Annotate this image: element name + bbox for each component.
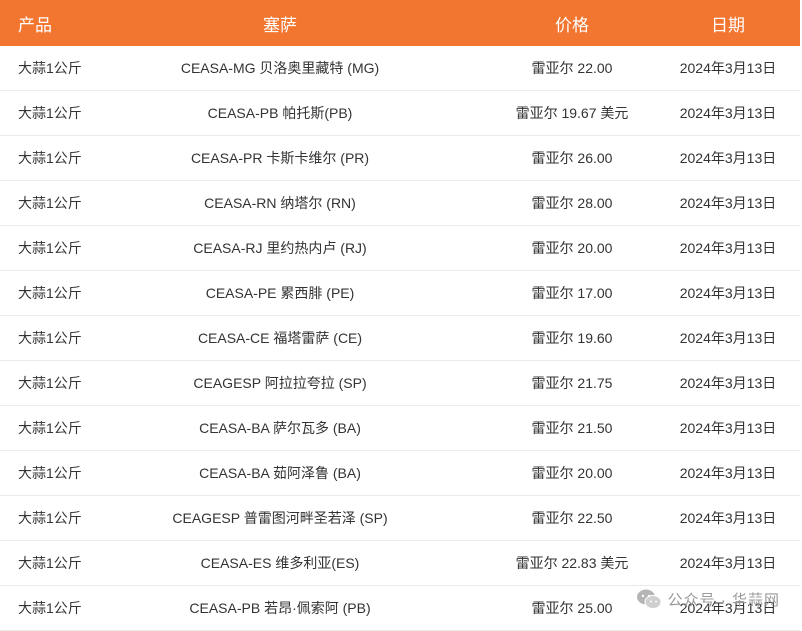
cell-date: 2024年3月13日	[679, 105, 777, 121]
cell-price: 雷亚尔 20.00	[531, 465, 613, 481]
table-row: 大蒜1公斤 CEASA-MG 贝洛奥里藏特 (MG) 雷亚尔 22.00 2024年3…	[0, 46, 800, 91]
table-row: 大蒜1公斤 CEAGESP 阿拉拉夸拉 (SP) 雷亚尔 21.75 2024年3月1…	[0, 361, 800, 406]
table-row: 大蒜1公斤 CEAGESP 普雷图河畔圣若泽 (SP) 雷亚尔 22.50 2024年…	[0, 496, 800, 541]
cell-date: 2024年3月13日	[679, 375, 777, 391]
cell-date: 2024年3月13日	[679, 510, 777, 526]
cell-product: 大蒜1公斤	[18, 555, 82, 571]
cell-product: 大蒜1公斤	[18, 420, 82, 436]
cell-market: CEASA-BA 萨尔瓦多 (BA)	[199, 420, 361, 436]
cell-market: CEASA-PB 若昂·佩索阿 (PB)	[189, 600, 371, 616]
cell-product: 大蒜1公斤	[18, 375, 82, 391]
header-date: 日期	[711, 15, 745, 35]
cell-price: 雷亚尔 21.50	[531, 420, 613, 436]
cell-price: 雷亚尔 20.00	[531, 240, 613, 256]
table-row: 大蒜1公斤 CEASA-BA 萨尔瓦多 (BA) 雷亚尔 21.50 2024年3月1…	[0, 406, 800, 451]
cell-market: CEASA-RN 纳塔尔 (RN)	[204, 195, 356, 211]
cell-date: 2024年3月13日	[679, 240, 777, 256]
header-product: 产品	[18, 15, 52, 35]
cell-market: CEAGESP 阿拉拉夸拉 (SP)	[193, 375, 367, 391]
cell-market: CEAGESP 普雷图河畔圣若泽 (SP)	[172, 510, 388, 526]
watermark: 公众号 · 华蒜网	[636, 586, 780, 612]
cell-date: 2024年3月13日	[679, 555, 777, 571]
cell-market: CEASA-PR 卡斯卡维尔 (PR)	[190, 150, 370, 166]
table-row: 大蒜1公斤 CEASA-RJ 里约热内卢 (RJ) 雷亚尔 20.00 2024年3月…	[0, 226, 800, 271]
table-row: 大蒜1公斤 CEASA-BA 茹阿泽鲁 (BA) 雷亚尔 20.00 2024年3月1…	[0, 451, 800, 496]
price-table: 产品 塞萨 价格 日期 大蒜1公斤 CEASA-MG 贝洛奥里藏特 (MG) 雷亚尔…	[0, 0, 800, 631]
cell-market: CEASA-BA 茹阿泽鲁 (BA)	[199, 465, 361, 481]
cell-price: 雷亚尔 22.83 美元	[515, 555, 629, 571]
table-row: 大蒜1公斤 CEASA-PE 累西腓 (PE) 雷亚尔 17.00 2024年3月13…	[0, 271, 800, 316]
cell-price: 雷亚尔 19.60	[531, 330, 613, 346]
cell-date: 2024年3月13日	[679, 285, 777, 301]
cell-price: 雷亚尔 19.67 美元	[515, 105, 629, 121]
cell-market: CEASA-PE 累西腓 (PE)	[205, 285, 355, 301]
cell-date: 2024年3月13日	[679, 420, 777, 436]
cell-market: CEASA-MG 贝洛奥里藏特 (MG)	[180, 60, 380, 76]
cell-date: 2024年3月13日	[679, 330, 777, 346]
header-market: 塞萨	[263, 15, 297, 35]
table-row: 大蒜1公斤 CEASA-RN 纳塔尔 (RN) 雷亚尔 28.00 2024年3月13…	[0, 181, 800, 226]
table-body: 大蒜1公斤 CEASA-MG 贝洛奥里藏特 (MG) 雷亚尔 22.00 2024年3…	[0, 46, 800, 631]
cell-price: 雷亚尔 26.00	[531, 150, 613, 166]
table-row: 大蒜1公斤 CEASA-ES 维多利亚(ES) 雷亚尔 22.83 美元 2024年3…	[0, 541, 800, 586]
wechat-icon	[636, 588, 662, 610]
cell-product: 大蒜1公斤	[18, 510, 82, 526]
cell-price: 雷亚尔 22.00	[531, 60, 613, 76]
cell-product: 大蒜1公斤	[18, 330, 82, 346]
table-header: 产品 塞萨 价格 日期	[0, 0, 800, 46]
cell-product: 大蒜1公斤	[18, 150, 82, 166]
cell-price: 雷亚尔 28.00	[531, 195, 613, 211]
table-row: 大蒜1公斤 CEASA-PR 卡斯卡维尔 (PR) 雷亚尔 26.00 2024年3月…	[0, 136, 800, 181]
cell-price: 雷亚尔 22.50	[531, 510, 613, 526]
cell-market: CEASA-ES 维多利亚(ES)	[200, 555, 360, 571]
watermark-text: 公众号 · 华蒜网	[667, 591, 780, 609]
cell-product: 大蒜1公斤	[18, 105, 82, 121]
cell-market: CEASA-RJ 里约热内卢 (RJ)	[193, 240, 367, 256]
cell-date: 2024年3月13日	[679, 150, 777, 166]
table-row: 大蒜1公斤 CEASA-PB 帕托斯(PB) 雷亚尔 19.67 美元 2024年3月…	[0, 91, 800, 136]
cell-product: 大蒜1公斤	[18, 465, 82, 481]
cell-product: 大蒜1公斤	[18, 240, 82, 256]
cell-market: CEASA-CE 福塔雷萨 (CE)	[197, 330, 363, 346]
cell-product: 大蒜1公斤	[18, 195, 82, 211]
cell-product: 大蒜1公斤	[18, 285, 82, 301]
cell-price: 雷亚尔 25.00	[531, 600, 613, 616]
cell-date: 2024年3月13日	[679, 60, 777, 76]
cell-product: 大蒜1公斤	[18, 60, 82, 76]
cell-price: 雷亚尔 21.75	[531, 375, 613, 391]
cell-price: 雷亚尔 17.00	[531, 285, 613, 301]
cell-product: 大蒜1公斤	[18, 600, 82, 616]
header-price: 价格	[555, 15, 589, 35]
cell-date: 2024年3月13日	[679, 195, 777, 211]
cell-date: 2024年3月13日	[679, 465, 777, 481]
cell-market: CEASA-PB 帕托斯(PB)	[207, 105, 353, 121]
table-row: 大蒜1公斤 CEASA-CE 福塔雷萨 (CE) 雷亚尔 19.60 2024年3月1…	[0, 316, 800, 361]
